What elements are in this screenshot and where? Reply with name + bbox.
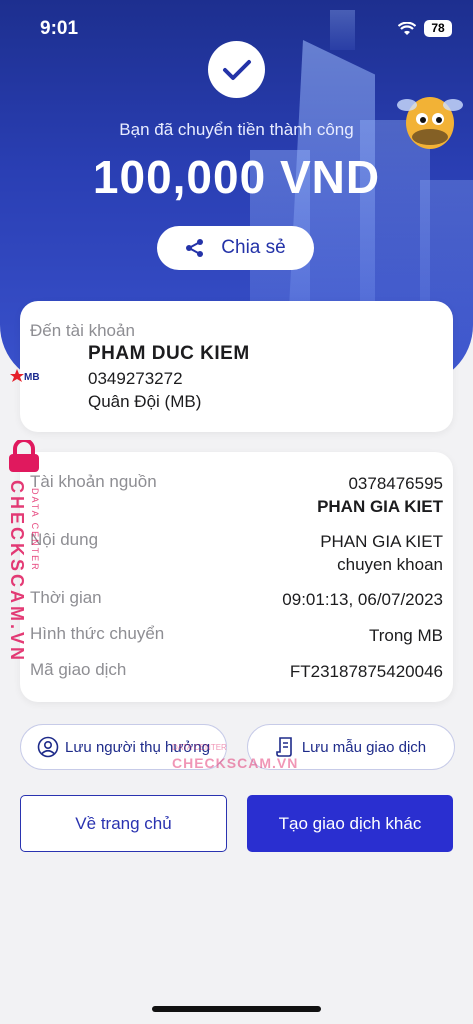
svg-text:MB: MB xyxy=(24,372,40,383)
source-name: PHAN GIA KIET xyxy=(317,497,443,516)
detail-row-time: Thời gian 09:01:13, 06/07/2023 xyxy=(30,588,443,611)
time-value: 09:01:13, 06/07/2023 xyxy=(282,590,443,609)
watermark-center-sub: DATA CENTER xyxy=(172,743,227,752)
share-button[interactable]: Chia sẻ xyxy=(157,226,314,270)
wifi-icon xyxy=(398,22,416,35)
detail-row-content: Nội dung PHAN GIA KIET chuyen khoan xyxy=(30,530,443,576)
share-label: Chia sẻ xyxy=(221,237,286,258)
method-label: Hình thức chuyển xyxy=(30,624,165,643)
success-check xyxy=(208,41,265,98)
mb-bank-logo: MB xyxy=(10,369,40,383)
home-indicator[interactable] xyxy=(152,1006,321,1012)
source-account: 0378476595 xyxy=(348,474,443,493)
home-button[interactable]: Về trang chủ xyxy=(20,795,227,852)
battery-indicator: 78 xyxy=(424,20,452,37)
content-line2: chuyen khoan xyxy=(337,555,443,574)
watermark-center: CHECKSCAM.VN xyxy=(172,755,299,771)
detail-row-source: Tài khoản nguồn 0378476595 PHAN GIA KIET xyxy=(30,472,443,518)
time-label: Thời gian xyxy=(30,588,102,607)
recipient-name: PHAM DUC KIEM xyxy=(88,343,250,364)
recipient-label: Đến tài khoản xyxy=(30,321,135,340)
recipient-bank: Quân Đội (MB) xyxy=(88,392,202,411)
user-circle-icon xyxy=(37,736,59,758)
content-label: Nội dung xyxy=(30,530,99,549)
content-line1: PHAN GIA KIET xyxy=(320,532,443,551)
recipient-account-number: 0349273272 xyxy=(88,369,183,388)
watermark-brand: CHECKSCAM.VN xyxy=(7,480,27,664)
recipient-card: Đến tài khoản PHAM DUC KIEM 0349273272 Q… xyxy=(20,301,453,432)
method-value: Trong MB xyxy=(368,626,443,645)
detail-row-method: Hình thức chuyển Trong MB xyxy=(30,624,443,647)
transfer-amount: 100,000 VND xyxy=(92,151,381,203)
share-icon xyxy=(186,239,204,257)
new-transaction-button[interactable]: Tạo giao dịch khác xyxy=(247,795,453,852)
txn-value: FT23187875420046 xyxy=(289,662,443,681)
success-message: Bạn đã chuyển tiền thành công xyxy=(119,120,354,139)
transaction-details-card: Tài khoản nguồn 0378476595 PHAN GIA KIET… xyxy=(20,452,453,702)
detail-row-txn: Mã giao dịch FT23187875420046 xyxy=(30,660,443,683)
txn-label: Mã giao dịch xyxy=(30,660,127,679)
lock-icon xyxy=(9,440,39,472)
status-time: 9:01 xyxy=(40,18,79,39)
watermark-sub: DATA CENTER xyxy=(30,488,40,572)
check-icon xyxy=(222,59,251,80)
save-template-label: Lưu mẫu giao dịch xyxy=(301,738,427,756)
